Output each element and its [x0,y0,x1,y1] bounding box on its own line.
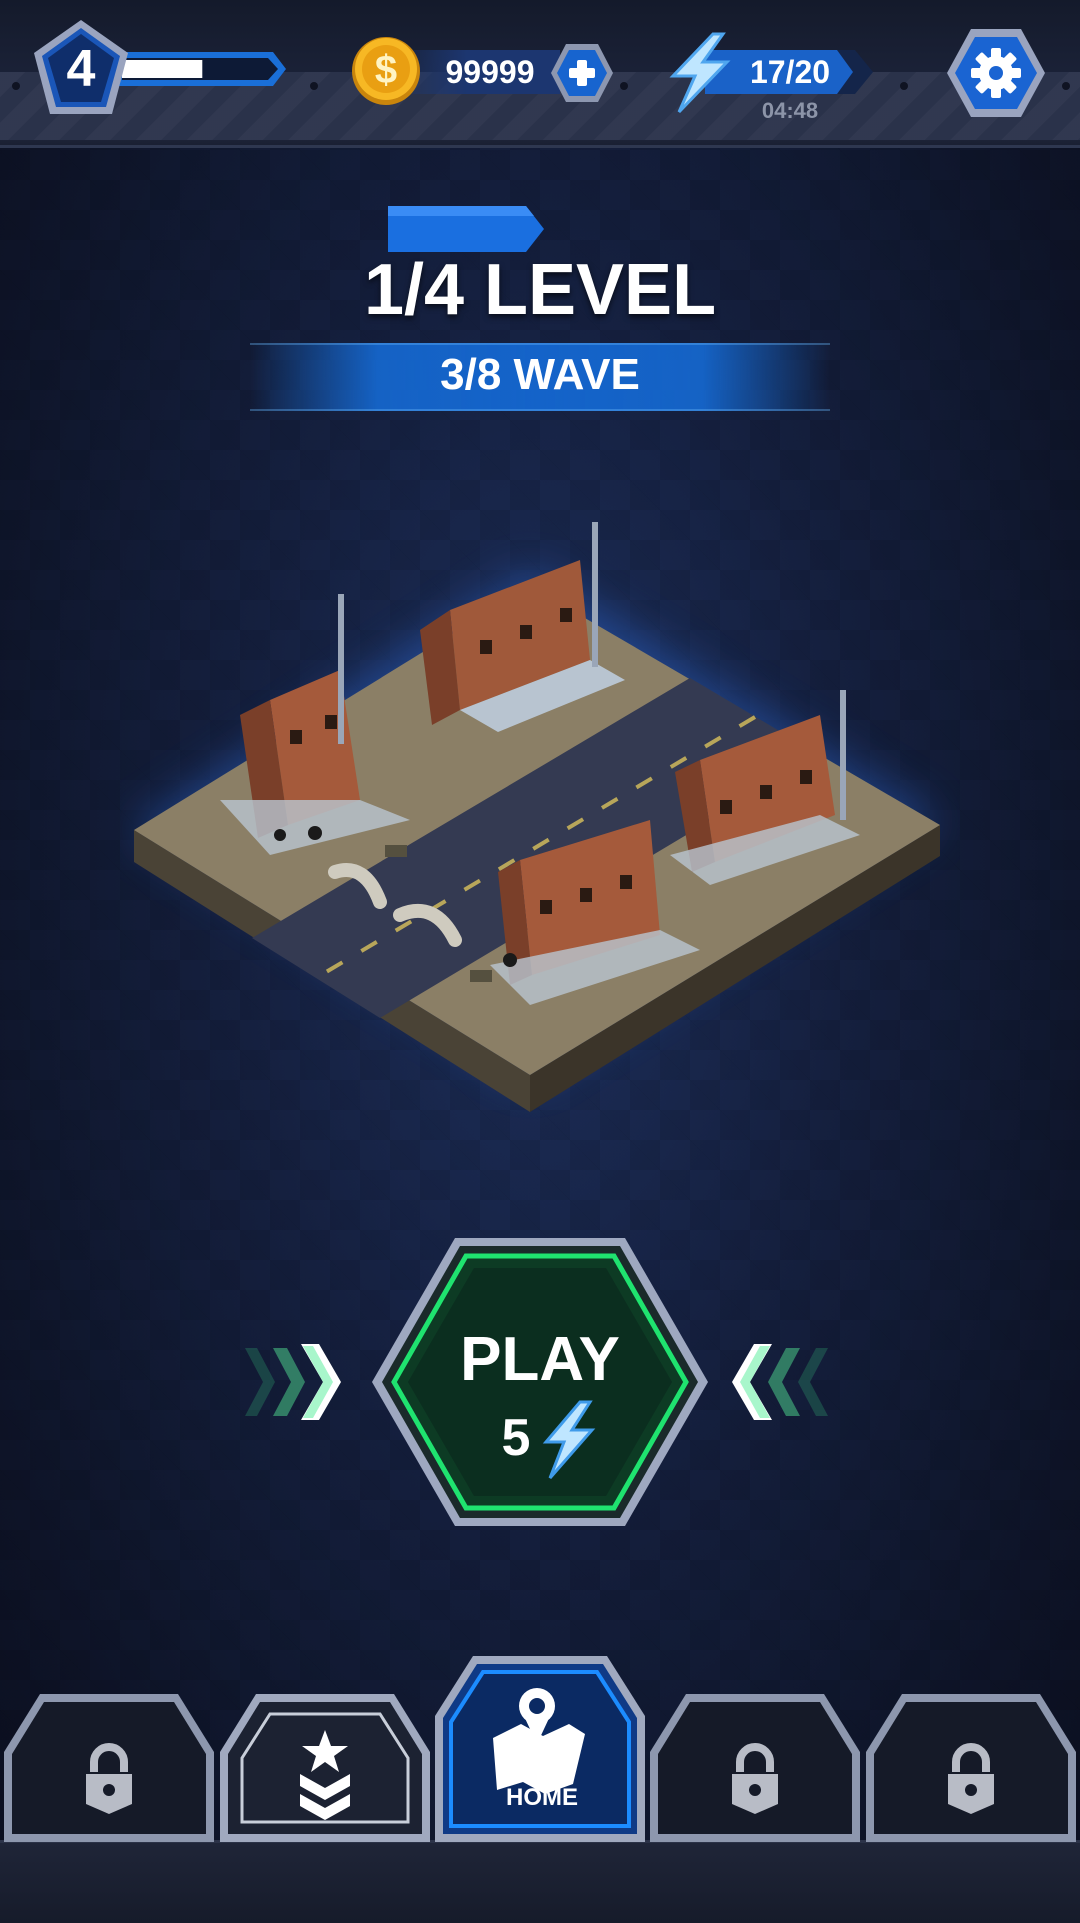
rivet [310,82,318,90]
energy-count: 17/20 [749,54,831,90]
level-title: 1/4 LEVEL [363,250,717,330]
add-coins-button[interactable] [549,42,615,104]
rivet [900,82,908,90]
bottom-nav-base [0,1840,1080,1923]
xp-progress-fill [122,60,203,78]
rivet [620,82,628,90]
play-cost: 5 [501,1409,531,1467]
lightning-bolt-icon [669,32,731,114]
chevron-right-icon [245,1344,341,1420]
player-level-number: 4 [66,40,96,98]
dollar-coin-icon: $ [352,37,420,105]
settings-button[interactable] [945,27,1047,119]
nav-tab-rank[interactable] [218,1692,432,1844]
lightning-bolt-icon [542,1400,596,1479]
level-tag-ribbon [388,206,544,252]
wave-label: 3/8 WAVE [440,350,640,399]
gear-icon [971,48,1021,98]
rivet [1062,82,1070,90]
energy-timer: 04:48 [761,98,819,123]
svg-text:$: $ [375,48,397,92]
play-label: PLAY [460,1325,620,1394]
rivet [12,82,20,90]
nav-tab-home[interactable] [433,1654,647,1844]
nav-tab-locked-2[interactable] [648,1692,862,1844]
level-map-diorama[interactable] [120,500,960,1140]
xp-progress-bar [118,52,286,86]
nav-home-label: HOME [506,1784,578,1811]
nav-tab-locked-1[interactable] [2,1692,216,1844]
chevron-left-icon [732,1344,828,1420]
coin-count: 99999 [445,54,535,90]
nav-tab-locked-3[interactable] [864,1692,1078,1844]
